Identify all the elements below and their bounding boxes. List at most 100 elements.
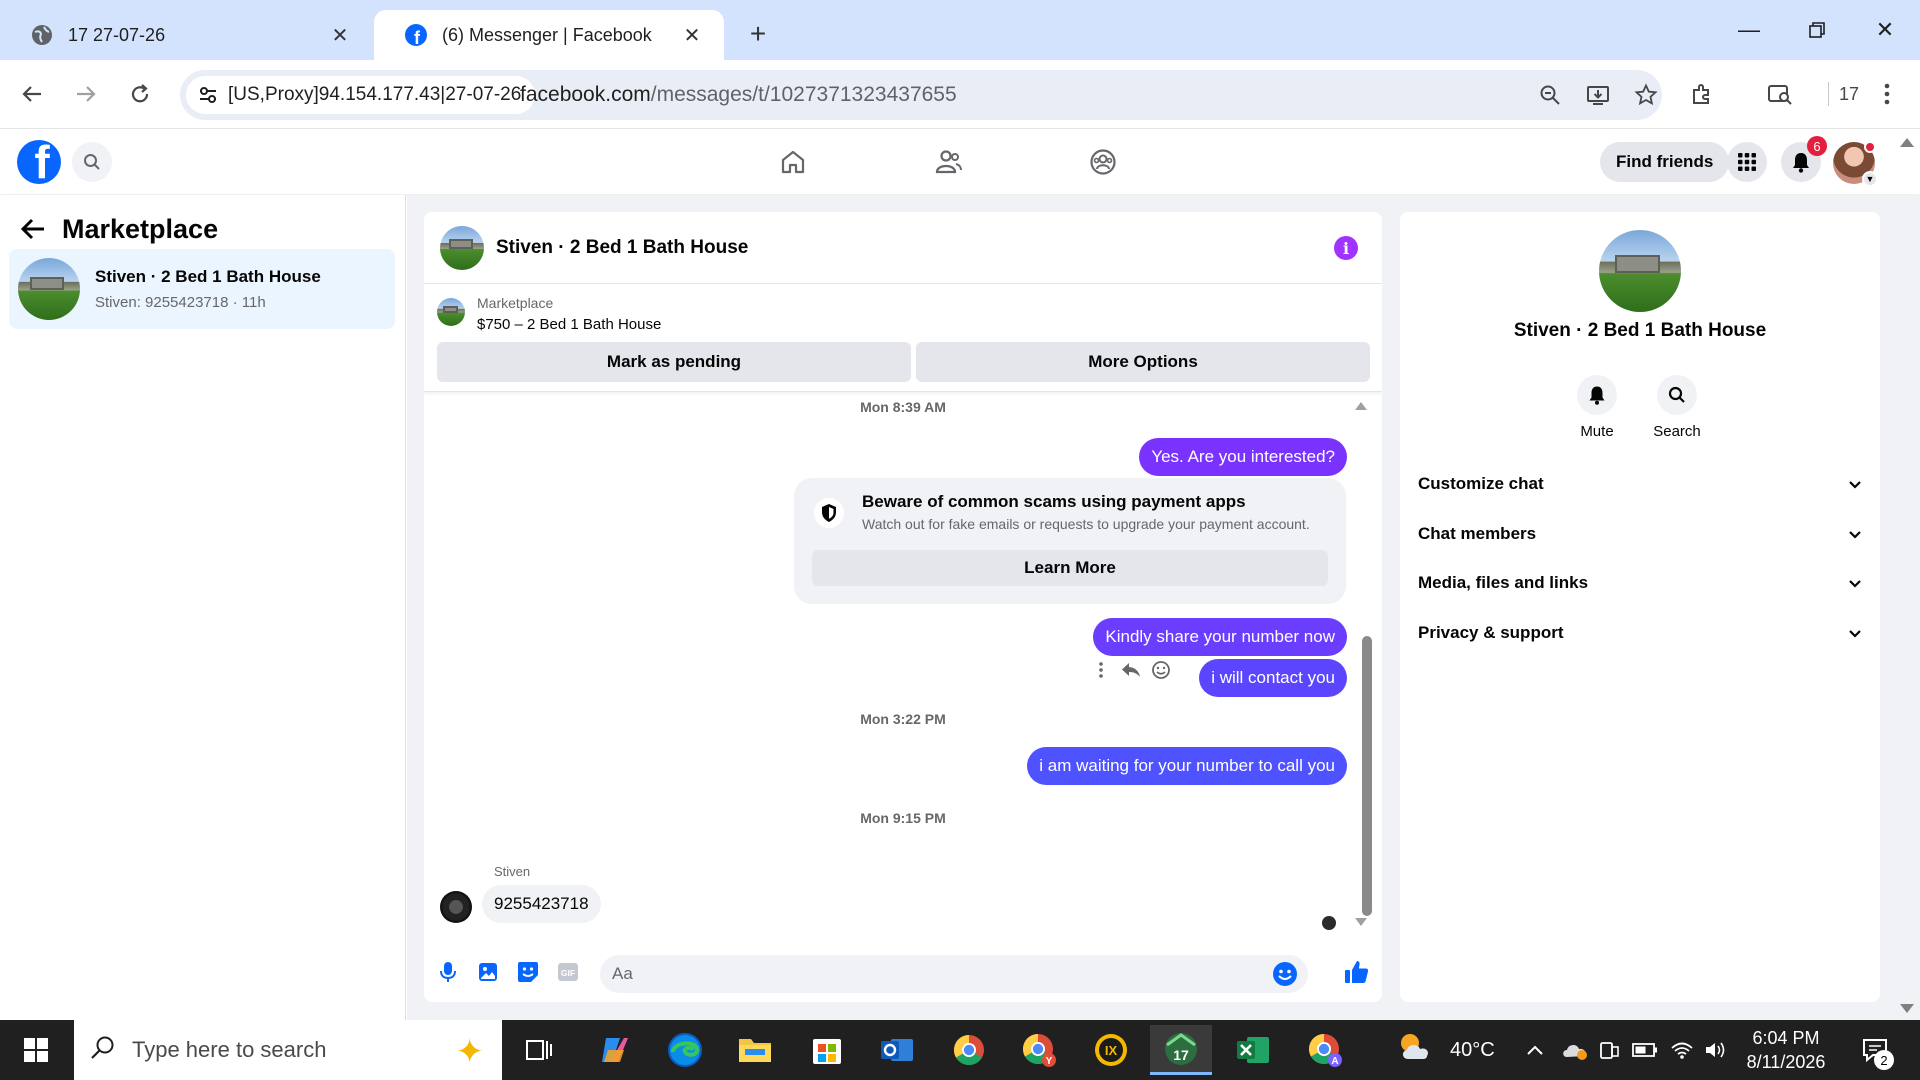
message-bubble[interactable]: Yes. Are you interested?: [1139, 438, 1347, 476]
battery-icon[interactable]: [1632, 1020, 1658, 1080]
microphone-icon[interactable]: [433, 957, 463, 987]
profile-17-app-icon[interactable]: 17: [1150, 1025, 1212, 1075]
message-thread[interactable]: Mon 8:39 AM Yes. Are you interested? Bew…: [424, 393, 1382, 930]
browser-menu-icon[interactable]: [1870, 74, 1904, 114]
mute-button[interactable]: Mute: [1557, 375, 1637, 440]
mark-as-pending-button[interactable]: Mark as pending: [437, 342, 911, 382]
excel-icon[interactable]: [1222, 1025, 1284, 1075]
chrome-icon[interactable]: [938, 1025, 1000, 1075]
taskbar-search-box[interactable]: Type here to search ✦: [74, 1020, 502, 1080]
thumbs-up-icon[interactable]: [1342, 957, 1372, 987]
search-in-conversation-button[interactable]: Search: [1637, 375, 1717, 440]
profile-count[interactable]: 17: [1834, 74, 1864, 114]
notification-badge: 2: [1874, 1050, 1894, 1070]
back-arrow-icon[interactable]: [12, 74, 52, 114]
chevron-up-icon[interactable]: [1526, 1020, 1544, 1080]
message-input[interactable]: [600, 955, 1308, 993]
svg-text:Y: Y: [1046, 1056, 1053, 1067]
search-icon[interactable]: [72, 142, 112, 182]
sticker-icon[interactable]: [513, 957, 543, 987]
close-icon[interactable]: ✕: [678, 21, 706, 49]
device-icon[interactable]: [1598, 1020, 1620, 1080]
section-label: Media, files and links: [1418, 573, 1589, 592]
forward-arrow-icon[interactable]: [66, 74, 106, 114]
scrollbar-thumb[interactable]: [1362, 636, 1372, 916]
react-emoji-icon[interactable]: [1146, 655, 1176, 685]
privacy-support-section[interactable]: Privacy & support: [1418, 613, 1862, 653]
task-view-icon[interactable]: [508, 1025, 570, 1075]
photo-icon[interactable]: [473, 957, 503, 987]
chrome-profile-icon[interactable]: A: [1294, 1025, 1356, 1075]
address-bar[interactable]: [US,Proxy]94.154.177.43|27-07-26 faceboo…: [180, 70, 1662, 120]
reload-icon[interactable]: [120, 74, 160, 114]
listing-title[interactable]: $750 – 2 Bed 1 Bath House: [477, 316, 661, 333]
gif-icon[interactable]: GIF: [553, 957, 583, 987]
copilot-icon[interactable]: [584, 1025, 646, 1075]
listing-thumbnail[interactable]: [1599, 230, 1681, 312]
customize-chat-section[interactable]: Customize chat: [1418, 464, 1862, 504]
bookmark-star-icon[interactable]: [1626, 75, 1666, 115]
weather-widget[interactable]: 40°C: [1396, 1020, 1495, 1080]
wifi-icon[interactable]: [1670, 1020, 1694, 1080]
listing-thumbnail[interactable]: [437, 298, 465, 326]
windows-start-icon[interactable]: [10, 1030, 62, 1070]
taskbar-search-placeholder: Type here to search: [132, 1037, 327, 1062]
tab-search-icon[interactable]: [1760, 74, 1800, 114]
info-icon[interactable]: i: [1334, 236, 1358, 260]
page-scroll-up-arrow[interactable]: [1900, 138, 1914, 147]
microsoft-store-icon[interactable]: [796, 1025, 858, 1075]
scroll-down-arrow[interactable]: [1355, 918, 1367, 926]
chat-title[interactable]: Stiven · 2 Bed 1 Bath House: [496, 212, 748, 284]
close-window-button[interactable]: ✕: [1850, 0, 1920, 60]
message-bubble-incoming[interactable]: 9255423718: [482, 885, 601, 923]
chevron-down-icon[interactable]: ▼: [1862, 171, 1878, 187]
new-tab-button[interactable]: +: [738, 14, 778, 54]
message-bubble[interactable]: i am waiting for your number to call you: [1027, 747, 1347, 785]
close-icon[interactable]: ✕: [326, 21, 354, 49]
facebook-logo-icon[interactable]: f: [17, 140, 61, 184]
notifications-bell-icon[interactable]: 6: [1781, 136, 1827, 182]
minimize-button[interactable]: —: [1714, 0, 1784, 60]
ixbrowser-icon[interactable]: IX: [1080, 1025, 1142, 1075]
browser-tab-active[interactable]: f (6) Messenger | Facebook ✕: [374, 10, 724, 60]
chevron-down-icon: [1848, 524, 1862, 544]
reply-icon[interactable]: [1116, 655, 1146, 685]
notification-center-icon[interactable]: 2: [1858, 1034, 1894, 1070]
scroll-up-arrow[interactable]: [1355, 402, 1367, 410]
more-options-button[interactable]: More Options: [916, 342, 1370, 382]
back-arrow-icon[interactable]: [20, 214, 50, 244]
message-bubble[interactable]: Kindly share your number now: [1093, 618, 1347, 656]
groups-icon[interactable]: [1073, 142, 1133, 182]
home-icon[interactable]: [763, 142, 823, 182]
emoji-icon[interactable]: [1272, 961, 1298, 987]
zoom-icon[interactable]: [1530, 75, 1570, 115]
file-explorer-icon[interactable]: [724, 1025, 786, 1075]
friends-icon[interactable]: [918, 142, 978, 182]
menu-grid-icon[interactable]: [1727, 142, 1767, 182]
more-options-icon[interactable]: [1086, 655, 1116, 685]
edge-icon[interactable]: [654, 1025, 716, 1075]
browser-toolbar: [US,Proxy]94.154.177.43|27-07-26 faceboo…: [0, 60, 1920, 128]
outlook-icon[interactable]: [866, 1025, 928, 1075]
extensions-icon[interactable]: [1682, 74, 1722, 114]
install-app-icon[interactable]: [1578, 75, 1618, 115]
find-friends-button[interactable]: Find friends: [1600, 142, 1730, 182]
chrome-profile-icon[interactable]: Y: [1008, 1025, 1070, 1075]
clock-time: 6:04 PM: [1752, 1028, 1820, 1048]
avatar[interactable]: [440, 891, 472, 923]
message-bubble[interactable]: i will contact you: [1199, 659, 1347, 697]
restore-button[interactable]: [1782, 0, 1852, 60]
system-clock[interactable]: 6:04 PM 8/11/2026: [1724, 1026, 1848, 1074]
page-scroll-down-arrow[interactable]: [1900, 1004, 1914, 1013]
url-path: /messages/t/1027371323437655: [650, 83, 957, 106]
url-text[interactable]: facebook.com/messages/t/1027371323437655: [520, 70, 957, 120]
onedrive-icon[interactable]: [1560, 1020, 1588, 1080]
site-info-chip[interactable]: [US,Proxy]94.154.177.43|27-07-26: [186, 76, 536, 114]
learn-more-button[interactable]: Learn More: [812, 550, 1328, 586]
chat-members-section[interactable]: Chat members: [1418, 514, 1862, 554]
listing-thumbnail[interactable]: [440, 226, 484, 270]
media-files-links-section[interactable]: Media, files and links: [1418, 563, 1862, 603]
browser-tab-inactive[interactable]: 17 27-07-26 ✕: [0, 10, 372, 60]
conversation-item[interactable]: Stiven · 2 Bed 1 Bath House Stiven: 9255…: [9, 249, 395, 329]
svg-text:IX: IX: [1105, 1043, 1118, 1058]
